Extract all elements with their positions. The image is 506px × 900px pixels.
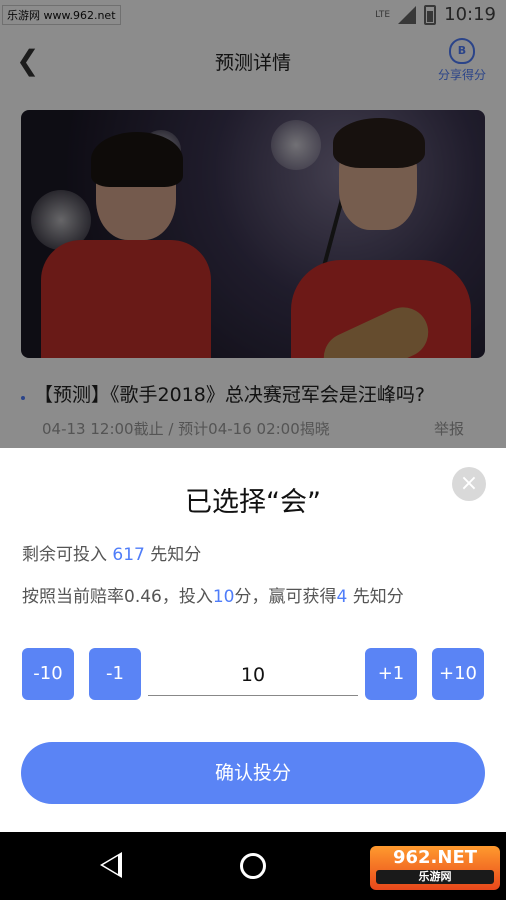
odds-suffix: 先知分 [347,587,404,607]
balance-value: 617 [112,545,145,565]
modal-backdrop[interactable] [0,0,506,448]
close-icon[interactable]: × [452,467,486,501]
odds-mid: 分，赢可获得 [234,587,337,607]
site-logo: 962.NET 乐游网 [370,846,500,890]
minus-10-button[interactable]: -10 [22,648,74,700]
odds-bet: 10 [212,587,235,607]
quantity-input[interactable]: 10 [148,654,358,696]
balance-text: 剩余可投入 617 先知分 [22,540,201,565]
logo-main: 962.NET [392,847,478,868]
minus-1-button[interactable]: -1 [89,648,141,700]
odds-win: 4 [336,587,348,607]
nav-home-icon[interactable] [240,853,266,879]
confirm-button[interactable]: 确认投分 [21,742,485,804]
odds-prefix: 按照当前赔率0.46，投入 [22,587,213,607]
nav-back-icon[interactable] [100,852,122,878]
balance-prefix: 剩余可投入 [22,545,113,565]
system-nav-bar: 962.NET 乐游网 [0,832,506,900]
odds-text: 按照当前赔率0.46，投入10分，赢可获得4 先知分 [22,582,404,607]
sheet-title: 已选择“会” [185,487,321,518]
logo-sub: 乐游网 [376,870,494,884]
balance-suffix: 先知分 [144,545,202,565]
plus-10-button[interactable]: +10 [432,648,484,700]
plus-1-button[interactable]: +1 [365,648,417,700]
bet-sheet: 已选择“会” × 剩余可投入 617 先知分 按照当前赔率0.46，投入10分，… [0,448,506,832]
